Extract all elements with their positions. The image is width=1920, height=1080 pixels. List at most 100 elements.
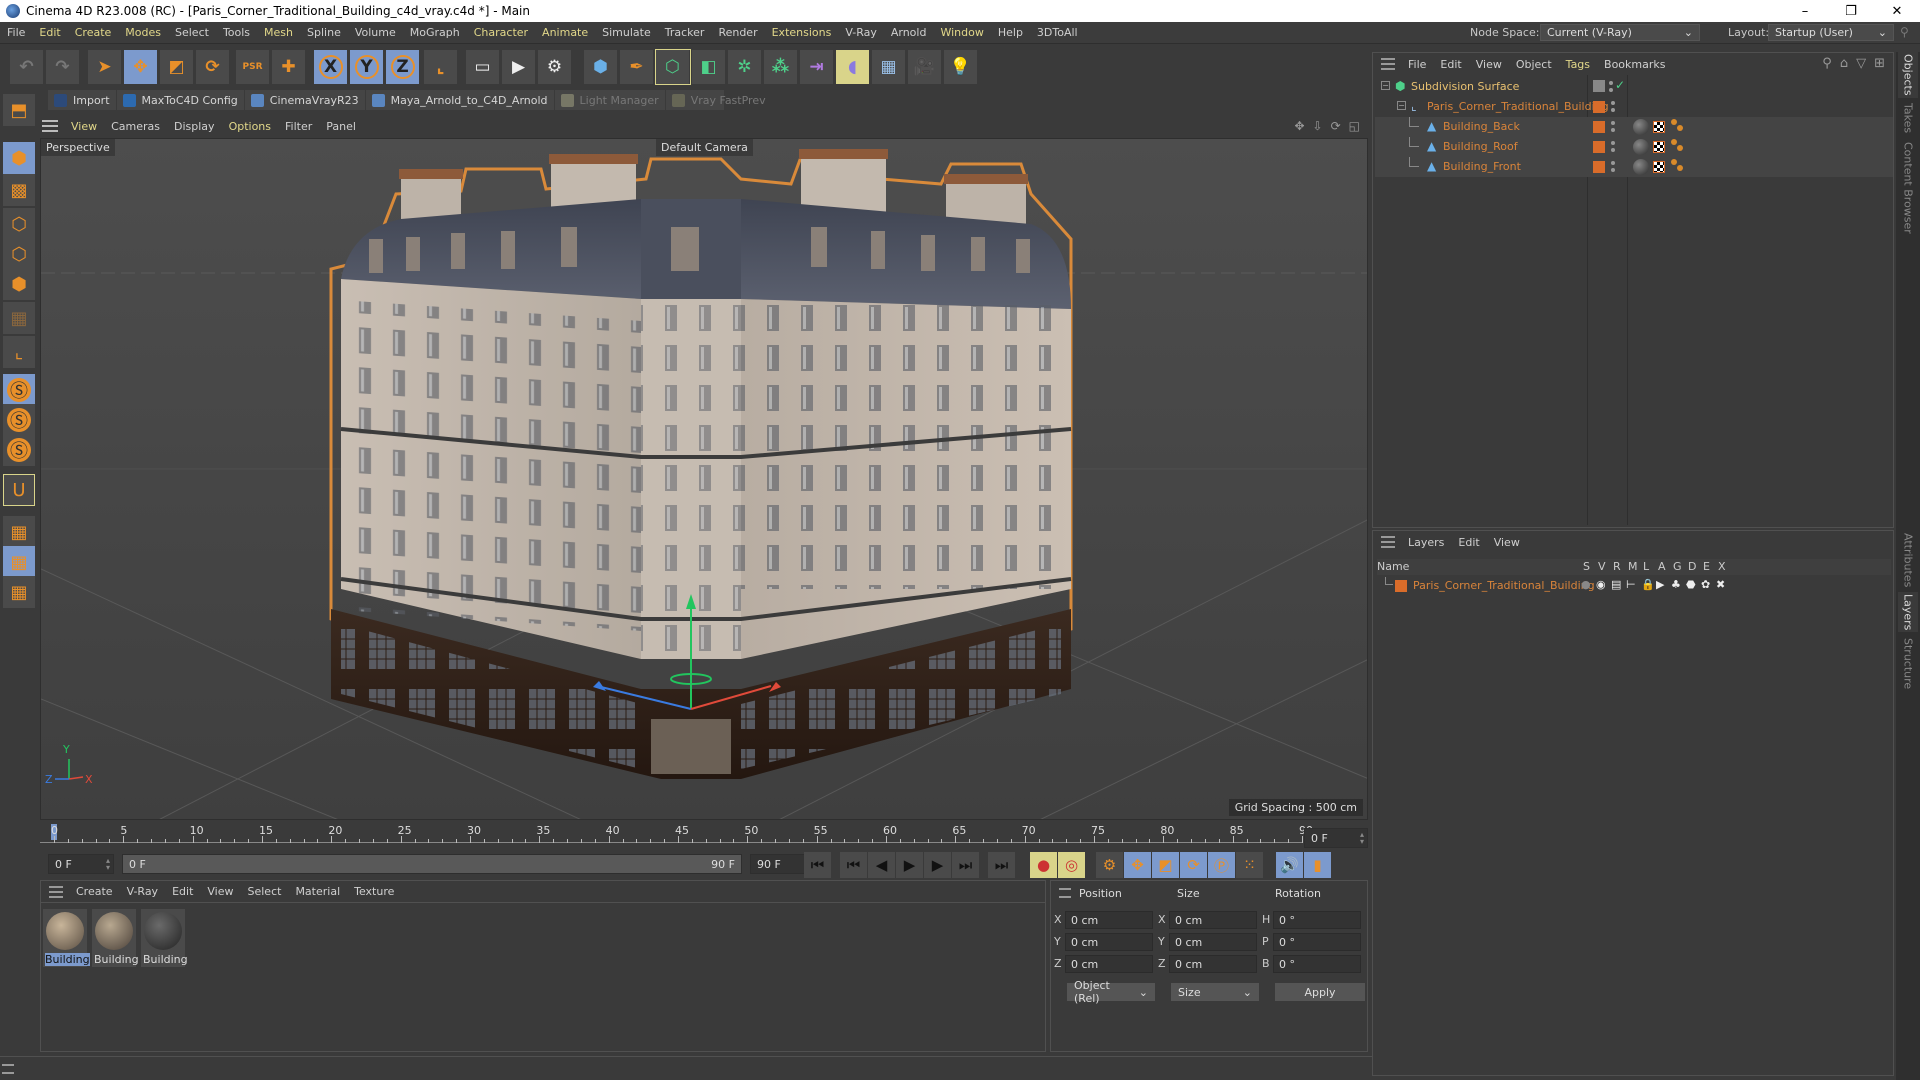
menu-mesh[interactable]: Mesh bbox=[257, 26, 300, 39]
layer-color-swatch[interactable] bbox=[1593, 101, 1605, 113]
hamburger-icon[interactable] bbox=[42, 120, 58, 132]
minimize-button[interactable]: – bbox=[1782, 0, 1828, 22]
object-name[interactable]: Subdivision Surface bbox=[1411, 80, 1519, 93]
rotation-h-field[interactable]: 0 ° bbox=[1273, 911, 1361, 929]
object-name[interactable]: Building_Back bbox=[1443, 120, 1520, 133]
size-mode-dropdown[interactable]: Size ⌄ bbox=[1171, 983, 1259, 1001]
subdivision-button[interactable]: ⬡ bbox=[655, 49, 691, 85]
timeline-ruler[interactable]: 051015202530354045505560657075808590 bbox=[40, 822, 1368, 848]
size-z-field[interactable]: 0 cm bbox=[1169, 955, 1257, 973]
viewport-menu-panel[interactable]: Panel bbox=[319, 120, 363, 133]
size-x-field[interactable]: 0 cm bbox=[1169, 911, 1257, 929]
collapse-toggle[interactable]: − bbox=[1381, 81, 1390, 90]
layer-column-g[interactable]: G bbox=[1673, 560, 1682, 573]
snap-button[interactable]: U bbox=[3, 474, 35, 506]
layer-column-m[interactable]: M bbox=[1628, 560, 1638, 573]
autokey-button[interactable]: ◎ bbox=[1058, 852, 1086, 878]
layer-menu-view[interactable]: View bbox=[1487, 536, 1527, 549]
previous-key-button[interactable]: ⏮ bbox=[840, 852, 868, 878]
close-button[interactable]: ✕ bbox=[1874, 0, 1920, 22]
material-menu-material[interactable]: Material bbox=[288, 885, 347, 898]
viewport-menu-view[interactable]: View bbox=[64, 120, 104, 133]
enabled-check-icon[interactable]: ✓ bbox=[1615, 78, 1625, 92]
workplane-button[interactable]: ▦ bbox=[3, 516, 35, 548]
object-menu-object[interactable]: Object bbox=[1509, 58, 1559, 71]
uvw-tag-icon[interactable] bbox=[1653, 121, 1665, 133]
layer-column-s[interactable]: S bbox=[1583, 560, 1590, 573]
timeline-button[interactable]: ▮ bbox=[1304, 852, 1332, 878]
layer-color-swatch[interactable] bbox=[1593, 121, 1605, 133]
z-axis-lock-button[interactable]: Z bbox=[386, 50, 420, 84]
uvw-tag-icon[interactable] bbox=[1653, 161, 1665, 173]
layer-column-v[interactable]: V bbox=[1598, 560, 1606, 573]
extrude-button[interactable]: ◧ bbox=[692, 50, 726, 84]
object-name[interactable]: Building_Roof bbox=[1443, 140, 1518, 153]
animation-play-icon[interactable]: ▶ bbox=[1656, 578, 1664, 591]
rotate-tool-button[interactable]: ⟳ bbox=[196, 50, 230, 84]
model-mode-button[interactable]: ⬢ bbox=[3, 142, 35, 174]
menu-character[interactable]: Character bbox=[467, 26, 535, 39]
object-menu-view[interactable]: View bbox=[1469, 58, 1509, 71]
go-to-start-button[interactable]: ⏮ bbox=[804, 852, 832, 878]
maximize-button[interactable]: ❐ bbox=[1828, 0, 1874, 22]
new-window-icon[interactable]: ⊞ bbox=[1874, 56, 1885, 71]
object-name[interactable]: Building_Front bbox=[1443, 160, 1521, 173]
layer-color-swatch[interactable] bbox=[1593, 141, 1605, 153]
solo-dot-icon[interactable]: ● bbox=[1581, 578, 1591, 591]
collapse-toggle[interactable]: − bbox=[1397, 101, 1406, 110]
material-menu-view[interactable]: View bbox=[200, 885, 240, 898]
polygons-mode-button[interactable]: ⬢ bbox=[3, 268, 35, 300]
solo-single-button[interactable]: Ⓢ bbox=[3, 404, 35, 436]
redo-button[interactable]: ↷ bbox=[46, 50, 80, 84]
menu-tracker[interactable]: Tracker bbox=[658, 26, 712, 39]
plugin-maya-arnold-to-c4d-arnold[interactable]: Maya_Arnold_to_C4D_Arnold bbox=[366, 90, 555, 110]
key-rotation-button[interactable]: ⟳ bbox=[1180, 852, 1208, 878]
object-row[interactable]: ▲ Building_Front bbox=[1375, 157, 1893, 177]
hamburger-icon[interactable] bbox=[49, 885, 63, 898]
material-menu-select[interactable]: Select bbox=[241, 885, 289, 898]
spinner-icon[interactable]: ▴▾ bbox=[1360, 831, 1364, 846]
filter-icon[interactable]: ▽ bbox=[1856, 56, 1866, 71]
edit-toggle-icon[interactable] bbox=[1593, 80, 1605, 92]
position-z-field[interactable]: 0 cm bbox=[1065, 955, 1153, 973]
camera-button[interactable]: 🎥 bbox=[908, 50, 942, 84]
solo-off-button[interactable]: Ⓢ bbox=[3, 374, 35, 406]
next-key-button[interactable]: ⏭ bbox=[952, 852, 980, 878]
menu-spline[interactable]: Spline bbox=[300, 26, 348, 39]
phong-tag-icon[interactable] bbox=[1671, 119, 1685, 133]
timeline-end-field[interactable]: 0 F ▴ ▾ bbox=[1304, 828, 1368, 848]
scale-tool-button[interactable]: ◩ bbox=[160, 50, 194, 84]
viewport-menu-display[interactable]: Display bbox=[167, 120, 222, 133]
floor-button[interactable]: ▦ bbox=[872, 50, 906, 84]
record-button[interactable]: ● bbox=[1030, 852, 1058, 878]
visibility-dots-icon[interactable] bbox=[1611, 160, 1615, 174]
edges-mode-button[interactable]: ⬡ bbox=[3, 238, 35, 270]
psr-button[interactable]: PSR bbox=[236, 50, 270, 84]
menu-simulate[interactable]: Simulate bbox=[595, 26, 658, 39]
hamburger-icon[interactable] bbox=[1381, 58, 1395, 70]
menu-extensions[interactable]: Extensions bbox=[765, 26, 839, 39]
x-axis-lock-button[interactable]: X bbox=[314, 50, 348, 84]
coordinate-mode-dropdown[interactable]: Object (Rel) ⌄ bbox=[1067, 979, 1155, 1005]
rotation-p-field[interactable]: 0 ° bbox=[1273, 933, 1361, 951]
object-menu-bookmarks[interactable]: Bookmarks bbox=[1597, 58, 1672, 71]
search-icon[interactable]: ⚲ bbox=[1822, 56, 1832, 71]
viewport-menu-options[interactable]: Options bbox=[222, 120, 278, 133]
side-tab-layers[interactable]: Layers bbox=[1898, 592, 1918, 632]
texture-mode-button[interactable]: ▩ bbox=[3, 174, 35, 206]
visibility-dots-icon[interactable] bbox=[1611, 100, 1615, 114]
xref-icon[interactable]: ✖ bbox=[1716, 578, 1725, 591]
visibility-dots-icon[interactable] bbox=[1609, 80, 1613, 94]
side-tab-structure[interactable]: Structure bbox=[1898, 634, 1918, 694]
plugin-cinemavrayr23[interactable]: CinemaVrayR23 bbox=[245, 90, 366, 110]
rotate-view-icon[interactable]: ⟳ bbox=[1331, 119, 1341, 133]
menu-tools[interactable]: Tools bbox=[216, 26, 257, 39]
layer-column-r[interactable]: R bbox=[1613, 560, 1621, 573]
side-tab-objects[interactable]: Objects bbox=[1898, 52, 1918, 98]
frame-range-slider[interactable]: 0 F 90 F bbox=[122, 854, 742, 874]
apply-button[interactable]: Apply bbox=[1275, 983, 1365, 1001]
material-tag-icon[interactable] bbox=[1633, 139, 1649, 155]
menu-window[interactable]: Window bbox=[933, 26, 990, 39]
layer-color-swatch[interactable] bbox=[1593, 161, 1605, 173]
menu-file[interactable]: File bbox=[0, 26, 32, 39]
